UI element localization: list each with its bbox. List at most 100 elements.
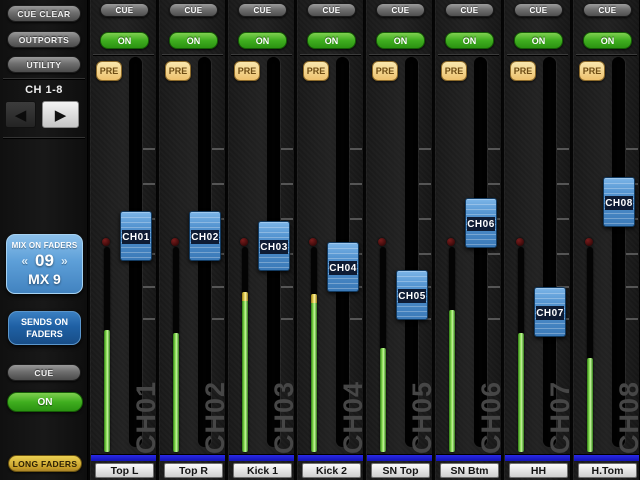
cue-clear-button[interactable]: CUE CLEAR (7, 5, 81, 22)
level-meter-fill (104, 330, 110, 452)
peak-led-icon (309, 238, 317, 246)
channel-cue-button[interactable]: CUE (514, 3, 563, 17)
strip-divider (300, 54, 361, 55)
peak-led-icon (585, 238, 593, 246)
strips: CUE ON PRE CH01 CH01 Top L CUE ON PRE CH… (88, 0, 640, 480)
mix-number: 09 (35, 251, 54, 271)
channel-name-label[interactable]: H.Tom (578, 463, 637, 478)
channel-name-label[interactable]: Kick 1 (233, 463, 292, 478)
level-meter-fill (380, 348, 386, 452)
fader-handle[interactable]: CH01 (120, 211, 152, 261)
channel-name-label[interactable]: Kick 2 (302, 463, 361, 478)
channel-cue-button[interactable]: CUE (445, 3, 494, 17)
channel-on-button[interactable]: ON (445, 32, 494, 49)
channel-color-bar (367, 454, 432, 461)
fader-handle-label: CH01 (122, 230, 150, 244)
channel-watermark: CH07 (547, 381, 573, 454)
fader-handle[interactable]: CH08 (603, 177, 635, 227)
pre-badge[interactable]: PRE (579, 61, 605, 81)
channel-watermark: CH06 (478, 381, 504, 454)
channel-on-button[interactable]: ON (307, 32, 356, 49)
outports-button[interactable]: OUTPORTS (7, 31, 81, 48)
channel-on-button[interactable]: ON (100, 32, 149, 49)
arrow-left-icon: ◀ (15, 106, 27, 124)
channel-name-label[interactable]: HH (509, 463, 568, 478)
fader-handle[interactable]: CH02 (189, 211, 221, 261)
pre-badge[interactable]: PRE (441, 61, 467, 81)
channel-cue-button[interactable]: CUE (307, 3, 356, 17)
peak-led-icon (516, 238, 524, 246)
fader-handle-label: CH08 (605, 196, 633, 210)
channel-cue-button[interactable]: CUE (100, 3, 149, 17)
channel-name-label[interactable]: Top R (164, 463, 223, 478)
pre-badge[interactable]: PRE (510, 61, 536, 81)
channel-color-bar (160, 454, 225, 461)
channel-on-button[interactable]: ON (376, 32, 425, 49)
pre-badge[interactable]: PRE (372, 61, 398, 81)
pre-badge[interactable]: PRE (96, 61, 122, 81)
channel-watermark: CH05 (409, 381, 435, 454)
mix-on-faders-title: MIX ON FADERS (7, 241, 82, 250)
strip-divider (438, 54, 499, 55)
peak-led-icon (102, 238, 110, 246)
strip-divider (576, 54, 637, 55)
mix-on-faders-panel[interactable]: MIX ON FADERS « 09 » MX 9 (6, 234, 83, 294)
level-meter-fill (449, 310, 455, 452)
strip-divider (369, 54, 430, 55)
mix-prev-icon[interactable]: « (21, 254, 28, 268)
sidebar-divider (3, 78, 85, 79)
channel-color-bar (229, 454, 294, 461)
channel-name-label[interactable]: SN Top (371, 463, 430, 478)
bank-prev-button[interactable]: ◀ (5, 101, 36, 128)
sidebar-divider (3, 137, 85, 138)
stagemix-app: CUE CLEAR OUTPORTS UTILITY CH 1-8 ◀ ▶ MI… (0, 0, 640, 480)
peak-led-icon (378, 238, 386, 246)
pre-badge[interactable]: PRE (303, 61, 329, 81)
channel-cue-button[interactable]: CUE (238, 3, 287, 17)
channel-cue-button[interactable]: CUE (583, 3, 632, 17)
level-meter-fill (173, 333, 179, 452)
channel-bank-label: CH 1-8 (0, 84, 88, 96)
channel-watermark: CH08 (616, 381, 640, 454)
strip-divider (231, 54, 292, 55)
channel-strip: CUE ON PRE CH07 CH07 HH (504, 0, 571, 480)
fader-handle[interactable]: CH03 (258, 221, 290, 271)
channel-color-bar (91, 454, 156, 461)
channel-name-label[interactable]: SN Btm (440, 463, 499, 478)
channel-on-button[interactable]: ON (583, 32, 632, 49)
channel-on-button[interactable]: ON (169, 32, 218, 49)
level-meter-fill (311, 294, 317, 452)
utility-button[interactable]: UTILITY (7, 56, 81, 73)
level-meter-peak-segment (311, 294, 317, 303)
pre-badge[interactable]: PRE (165, 61, 191, 81)
channel-cue-button[interactable]: CUE (169, 3, 218, 17)
channel-strip: CUE ON PRE CH01 CH01 Top L (90, 0, 157, 480)
channel-strip: CUE ON PRE CH06 CH06 SN Btm (435, 0, 502, 480)
channel-color-bar (298, 454, 363, 461)
sends-on-faders-line2: FADERS (26, 328, 63, 340)
channel-strip: CUE ON PRE CH02 CH02 Top R (159, 0, 226, 480)
fader-handle[interactable]: CH04 (327, 242, 359, 292)
peak-led-icon (447, 238, 455, 246)
sends-on-faders-button[interactable]: SENDS ON FADERS (8, 311, 81, 345)
mix-next-icon[interactable]: » (61, 254, 68, 268)
peak-led-icon (240, 238, 248, 246)
sidebar: CUE CLEAR OUTPORTS UTILITY CH 1-8 ◀ ▶ MI… (0, 0, 88, 480)
fader-handle[interactable]: CH06 (465, 198, 497, 248)
peak-led-icon (171, 238, 179, 246)
channel-name-label[interactable]: Top L (95, 463, 154, 478)
fader-handle[interactable]: CH05 (396, 270, 428, 320)
strip-divider (507, 54, 568, 55)
channel-on-button[interactable]: ON (238, 32, 287, 49)
master-on-button[interactable]: ON (7, 392, 83, 412)
master-cue-button[interactable]: CUE (7, 364, 81, 381)
channel-watermark: CH04 (340, 381, 366, 454)
channel-cue-button[interactable]: CUE (376, 3, 425, 17)
pre-badge[interactable]: PRE (234, 61, 260, 81)
long-faders-button[interactable]: LONG FADERS (8, 455, 82, 472)
channel-strip: CUE ON PRE CH05 CH05 SN Top (366, 0, 433, 480)
channel-on-button[interactable]: ON (514, 32, 563, 49)
fader-handle[interactable]: CH07 (534, 287, 566, 337)
bank-next-button[interactable]: ▶ (42, 101, 79, 128)
mix-bus-name: MX 9 (7, 271, 82, 287)
